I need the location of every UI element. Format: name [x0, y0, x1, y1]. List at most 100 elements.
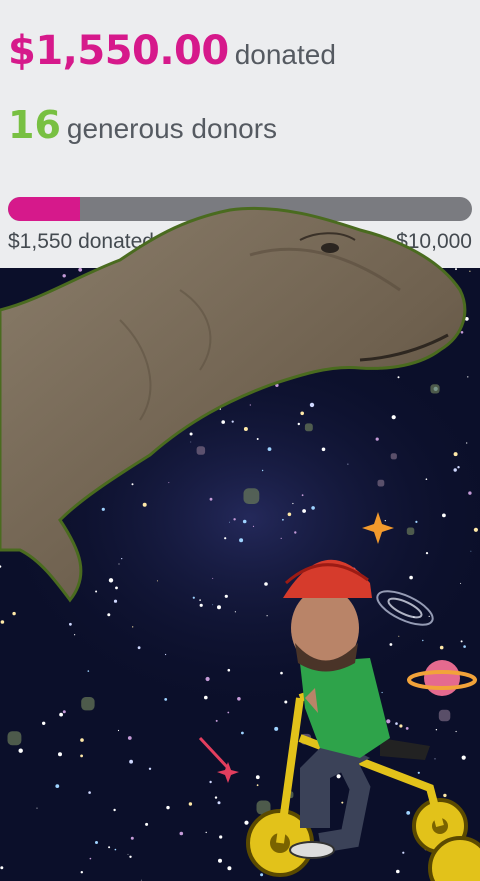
- star: [267, 447, 272, 451]
- star: [145, 822, 149, 826]
- star: [227, 866, 232, 871]
- star: [89, 857, 92, 860]
- star: [129, 759, 134, 764]
- star: [140, 879, 142, 881]
- star: [212, 604, 214, 606]
- star: [417, 771, 420, 774]
- star: [227, 711, 230, 714]
- star: [199, 273, 203, 277]
- star: [309, 402, 315, 408]
- star: [161, 330, 165, 334]
- star: [111, 417, 114, 421]
- star: [298, 319, 301, 322]
- star: [82, 296, 87, 301]
- star: [80, 290, 82, 292]
- star: [234, 611, 236, 613]
- star: [199, 337, 203, 340]
- star: [466, 442, 468, 444]
- star: [63, 501, 68, 505]
- star: [188, 802, 193, 806]
- star: [118, 563, 120, 565]
- star: [190, 441, 192, 443]
- star: [55, 538, 61, 543]
- star: [457, 466, 460, 469]
- star: [35, 334, 38, 336]
- star: [61, 377, 66, 381]
- star: [47, 544, 52, 548]
- star: [156, 580, 158, 582]
- star: [88, 791, 91, 794]
- star: [164, 698, 168, 701]
- star: [78, 268, 83, 272]
- star: [95, 841, 98, 844]
- star: [108, 578, 114, 583]
- star: [217, 801, 221, 805]
- star: [166, 278, 169, 281]
- star: [220, 362, 224, 366]
- star: [336, 774, 341, 779]
- star: [62, 274, 66, 278]
- star: [266, 615, 268, 617]
- star: [301, 494, 304, 497]
- star: [391, 415, 396, 420]
- star: [227, 668, 231, 672]
- star: [280, 537, 282, 539]
- star: [443, 793, 447, 798]
- star: [140, 343, 142, 345]
- star: [321, 447, 326, 452]
- star: [127, 853, 129, 855]
- star: [224, 537, 227, 540]
- star: [130, 836, 134, 840]
- star: [101, 507, 105, 511]
- star: [33, 403, 35, 405]
- star: [301, 355, 306, 360]
- progress-bar: [8, 197, 472, 221]
- star: [297, 355, 298, 356]
- star: [117, 729, 120, 732]
- star: [398, 635, 400, 637]
- star: [470, 550, 472, 552]
- star: [114, 848, 117, 851]
- star: [318, 268, 321, 272]
- star: [241, 731, 244, 735]
- star: [142, 502, 147, 507]
- star: [282, 518, 284, 521]
- star: [209, 780, 212, 784]
- star: [199, 599, 201, 601]
- star: [131, 483, 134, 486]
- star: [463, 645, 466, 648]
- star: [172, 420, 174, 423]
- star: [378, 351, 381, 353]
- star: [397, 376, 400, 379]
- star: [21, 519, 25, 523]
- star: [80, 754, 83, 758]
- star: [260, 873, 264, 877]
- star: [33, 366, 35, 368]
- star: [185, 420, 188, 422]
- star: [30, 485, 32, 487]
- star: [205, 308, 207, 310]
- space-rock: [103, 339, 111, 347]
- star: [252, 525, 255, 527]
- star: [231, 330, 234, 333]
- star: [425, 478, 428, 480]
- star: [12, 611, 16, 616]
- fundraiser-widget: $1,550.00 donated 16 generous donors $1,55…: [0, 0, 480, 881]
- star: [128, 376, 133, 381]
- space-rock: [383, 334, 397, 348]
- star: [264, 582, 268, 586]
- star: [95, 590, 98, 593]
- star: [229, 521, 230, 523]
- star: [189, 432, 193, 436]
- star: [36, 807, 38, 809]
- star: [230, 273, 233, 275]
- star: [231, 420, 234, 423]
- star: [274, 726, 279, 731]
- star: [236, 299, 239, 301]
- star: [23, 493, 26, 496]
- star: [453, 468, 457, 472]
- star: [132, 626, 134, 628]
- space-rock: [39, 303, 53, 317]
- star: [113, 808, 116, 812]
- star: [396, 869, 400, 874]
